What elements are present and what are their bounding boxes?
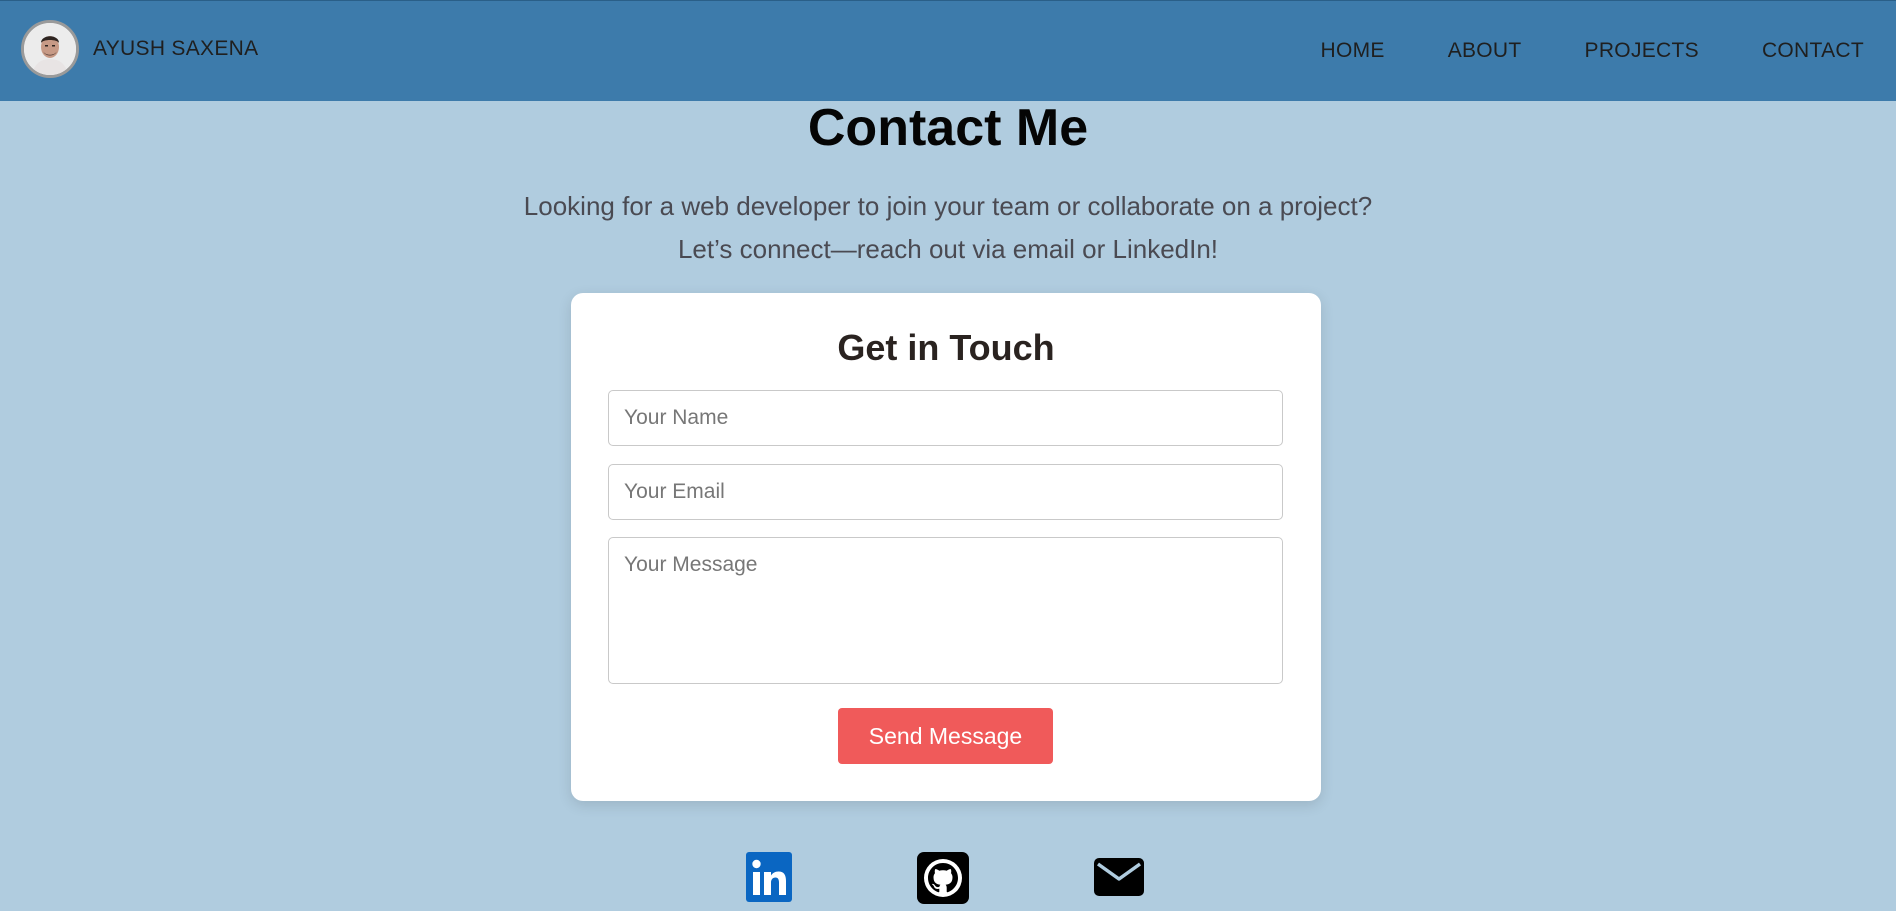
linkedin-link[interactable] (746, 852, 798, 904)
name-input[interactable] (608, 390, 1283, 446)
envelope-icon (1094, 858, 1144, 896)
contact-form-card: Get in Touch Send Message (571, 293, 1321, 801)
send-message-button[interactable]: Send Message (838, 708, 1053, 764)
github-link[interactable] (917, 852, 969, 904)
intro-text: Looking for a web developer to join your… (0, 185, 1896, 271)
brand-name: AYUSH SAXENA (93, 37, 259, 60)
form-title: Get in Touch (837, 327, 1055, 368)
avatar (21, 20, 79, 78)
intro-line-2: Let’s connect—reach out via email or Lin… (677, 234, 1219, 264)
navbar: AYUSH SAXENA HOME ABOUT PROJECTS CONTACT (0, 0, 1896, 101)
nav-link-home[interactable]: HOME (1320, 39, 1384, 63)
nav-link-contact[interactable]: CONTACT (1762, 39, 1864, 63)
linkedin-icon (746, 852, 792, 902)
email-link[interactable] (1093, 852, 1145, 904)
nav-link-about[interactable]: ABOUT (1448, 39, 1522, 63)
message-textarea[interactable] (608, 537, 1283, 684)
page-title: Contact Me (807, 99, 1089, 157)
nav-link-projects[interactable]: PROJECTS (1585, 39, 1699, 63)
intro-line-1: Looking for a web developer to join your… (523, 191, 1373, 221)
github-icon (917, 852, 969, 904)
email-input[interactable] (608, 464, 1283, 520)
brand[interactable]: AYUSH SAXENA (21, 20, 258, 78)
nav-links: HOME ABOUT PROJECTS CONTACT (1257, 1, 1864, 101)
